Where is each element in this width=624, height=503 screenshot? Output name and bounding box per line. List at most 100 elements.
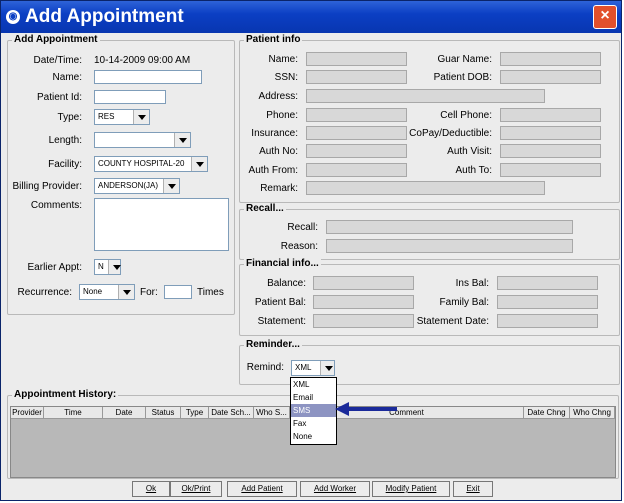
comments-textarea[interactable]: [94, 198, 229, 251]
modify-patient-button[interactable]: Modify Patient: [372, 481, 450, 497]
column-header[interactable]: Type: [181, 407, 209, 419]
balance-field: [313, 276, 414, 290]
datetime-value: 10-14-2009 09:00 AM: [94, 55, 191, 66]
arrow-shape: [335, 402, 397, 416]
exit-button[interactable]: Exit: [453, 481, 493, 497]
chevron-down-icon[interactable]: [118, 285, 134, 299]
guar-name-field: [500, 52, 601, 66]
statement-label: Statement:: [257, 316, 306, 327]
patient-id-label: Patient Id:: [36, 92, 82, 103]
billing-provider-select[interactable]: ANDERSON(JA): [94, 178, 180, 194]
add-appointment-window: ◉ Add Appointment × Add Appointment Date…: [0, 0, 622, 501]
appointment-history-title: Appointment History:: [12, 389, 119, 400]
ok-print-button[interactable]: Ok/Print: [170, 481, 222, 497]
column-header[interactable]: Date: [103, 407, 146, 419]
chevron-down-icon[interactable]: [320, 361, 334, 375]
column-header[interactable]: Time: [44, 407, 103, 419]
chevron-down-icon[interactable]: [174, 133, 190, 147]
phone-label: Phone:: [266, 110, 298, 121]
reason-label: Reason:: [280, 241, 318, 252]
facility-select[interactable]: COUNTY HOSPITAL-20: [94, 156, 208, 172]
remind-option-email[interactable]: Email: [291, 391, 336, 404]
statement-date-field: [497, 314, 598, 328]
recurrence-value: None: [83, 287, 103, 296]
billing-provider-label: Billing Provider:: [12, 181, 82, 192]
recurrence-select[interactable]: None: [79, 284, 135, 300]
patient-info-group-title: Patient info: [244, 34, 303, 45]
patient-bal-field: [313, 295, 414, 309]
ins-bal-label: Ins Bal:: [455, 278, 489, 289]
type-select[interactable]: RES: [94, 109, 150, 125]
recurrence-times-input[interactable]: [164, 285, 192, 299]
ok-button[interactable]: Ok: [132, 481, 170, 497]
add-patient-button[interactable]: Add Patient: [227, 481, 297, 497]
patient-bal-label: Patient Bal:: [254, 297, 306, 308]
name-input[interactable]: [94, 70, 202, 84]
reminder-group-title: Reminder...: [244, 339, 302, 350]
recall-field: [326, 220, 573, 234]
patient-dob-label: Patient DOB:: [433, 72, 492, 83]
remind-option-none[interactable]: None: [291, 430, 336, 443]
add-worker-button[interactable]: Add Worker: [300, 481, 370, 497]
guar-name-label: Guar Name:: [437, 54, 492, 65]
ins-bal-field: [497, 276, 598, 290]
column-header[interactable]: Status: [146, 407, 181, 419]
remind-label: Remind:: [246, 362, 284, 373]
column-header[interactable]: Who Chng: [570, 407, 615, 419]
copay-field: [500, 126, 601, 140]
patient-dob-field: [500, 70, 601, 84]
add-appointment-group-title: Add Appointment: [12, 34, 100, 45]
remind-dropdown-list[interactable]: XML Email SMS Fax None: [290, 377, 337, 445]
billing-provider-value: ANDERSON(JA): [98, 181, 159, 190]
column-header[interactable]: Date Chng: [524, 407, 570, 419]
for-label: For:: [140, 287, 158, 298]
patient-name-field: [306, 52, 407, 66]
patient-id-input[interactable]: [94, 90, 166, 104]
remind-select[interactable]: XML: [291, 360, 335, 376]
length-select[interactable]: [94, 132, 191, 148]
window-title: Add Appointment: [25, 6, 184, 27]
recall-label: Recall:: [287, 222, 318, 233]
earlier-appt-label: Earlier Appt:: [27, 262, 82, 273]
family-bal-label: Family Bal:: [439, 297, 489, 308]
column-header[interactable]: Who S...: [254, 407, 290, 419]
auth-from-label: Auth From:: [248, 165, 298, 176]
column-header[interactable]: Date Sch...: [209, 407, 254, 419]
insurance-label: Insurance:: [251, 128, 298, 139]
arrow-annotation-icon: [335, 402, 397, 416]
cell-phone-field: [500, 108, 601, 122]
reason-field: [326, 239, 573, 253]
close-button[interactable]: ×: [593, 5, 617, 29]
remind-value: XML: [295, 363, 312, 372]
column-header[interactable]: Provider: [11, 407, 44, 419]
patient-info-group: Patient info Name: Guar Name: SSN: Patie…: [239, 34, 620, 203]
ssn-label: SSN:: [274, 72, 298, 83]
chevron-down-icon[interactable]: [133, 110, 149, 124]
balance-label: Balance:: [267, 278, 306, 289]
facility-value: COUNTY HOSPITAL-20: [98, 159, 185, 168]
remind-option-sms[interactable]: SMS: [291, 404, 336, 417]
facility-label: Facility:: [48, 159, 82, 170]
cell-phone-label: Cell Phone:: [440, 110, 492, 121]
earlier-appt-value: N: [98, 262, 104, 271]
copay-label: CoPay/Deductible:: [409, 128, 492, 139]
chevron-down-icon[interactable]: [163, 179, 179, 193]
remind-option-xml[interactable]: XML: [291, 378, 336, 391]
add-appointment-group: Add Appointment Date/Time: 10-14-2009 09…: [7, 34, 235, 315]
address-field: [306, 89, 545, 103]
auth-to-field: [500, 163, 601, 177]
remind-option-fax[interactable]: Fax: [291, 417, 336, 430]
recurrence-label: Recurrence:: [17, 287, 72, 298]
statement-date-label: Statement Date:: [416, 316, 489, 327]
auth-no-label: Auth No:: [259, 146, 298, 157]
chevron-down-icon[interactable]: [108, 260, 121, 274]
remark-label: Remark:: [260, 183, 298, 194]
title-bar[interactable]: ◉ Add Appointment ×: [1, 1, 621, 33]
earlier-appt-select[interactable]: N: [94, 259, 121, 275]
statement-field: [313, 314, 414, 328]
address-label: Address:: [258, 91, 298, 102]
phone-field: [306, 108, 407, 122]
auth-no-field: [306, 144, 407, 158]
patient-name-label: Name:: [268, 54, 298, 65]
chevron-down-icon[interactable]: [191, 157, 207, 171]
